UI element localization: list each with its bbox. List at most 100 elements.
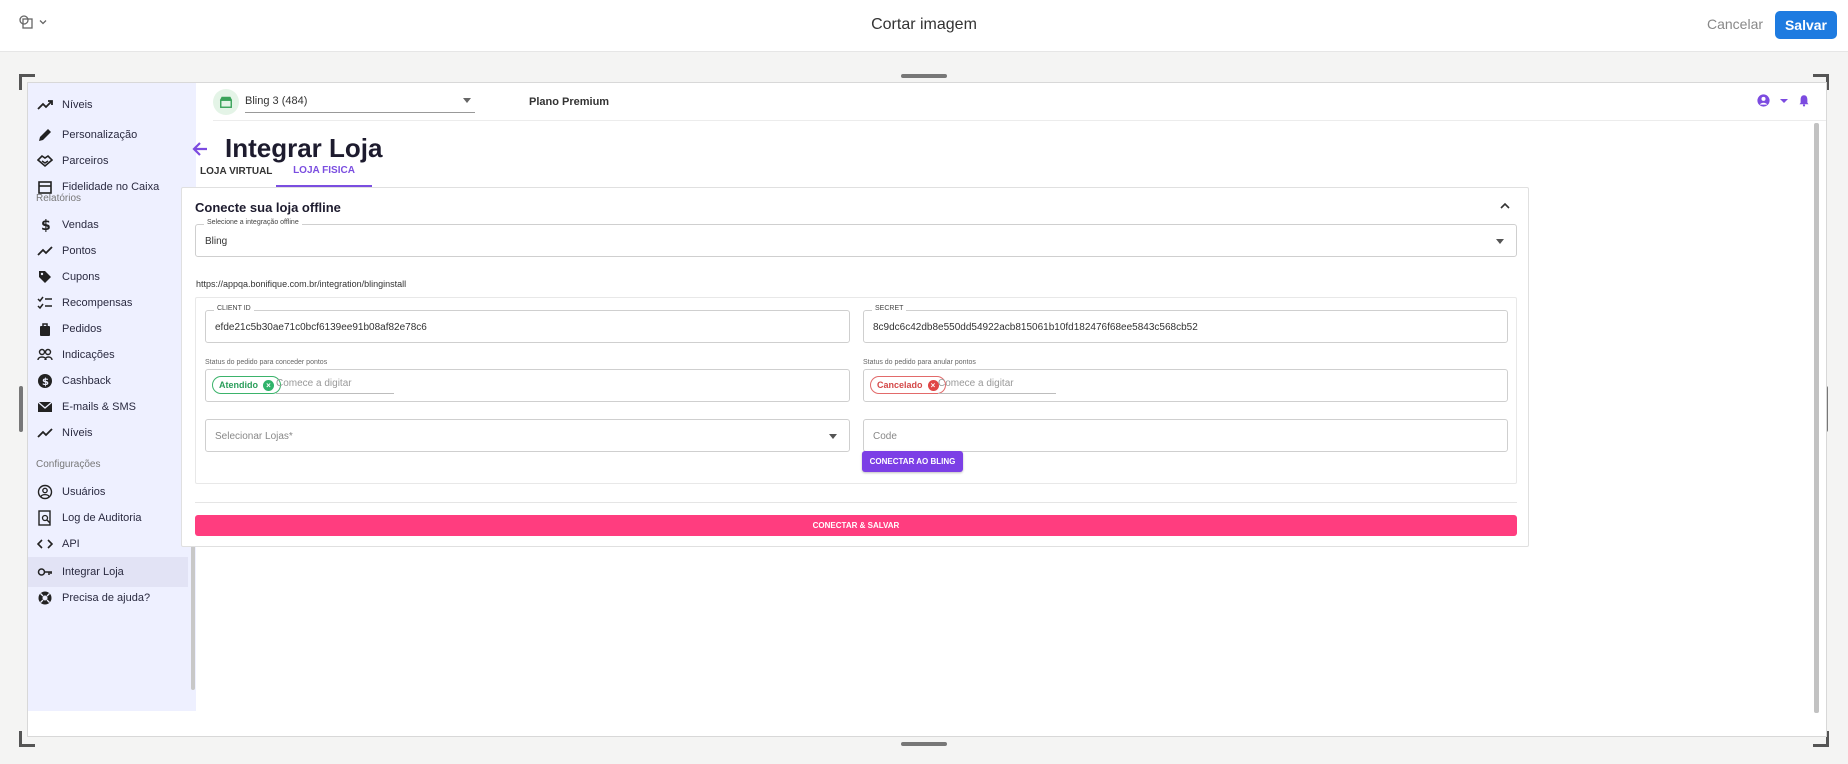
sidebar-item-label: E-mails & SMS bbox=[62, 401, 136, 413]
sidebar-item-label: Pedidos bbox=[62, 323, 102, 335]
code-placeholder: Code bbox=[873, 431, 897, 442]
tabs: LOJA VIRTUAL LOJA FISICA bbox=[200, 155, 372, 187]
chip-label: Atendido bbox=[219, 380, 258, 390]
offline-integration-card: Conecte sua loja offline Selecione a int… bbox=[181, 187, 1529, 547]
help-lifebuoy-icon bbox=[36, 589, 54, 607]
sidebar-item-label: Personalização bbox=[62, 129, 138, 141]
chip-remove-icon[interactable]: × bbox=[927, 379, 939, 391]
store-select-value: Bling 3 (484) bbox=[245, 95, 308, 107]
divider bbox=[195, 502, 1517, 503]
bling-credentials-box: CLIENT ID efde21c5b30ae71c0bcf6139ee91b0… bbox=[195, 297, 1517, 484]
crop-handle-top[interactable] bbox=[901, 74, 947, 78]
connect-bling-button[interactable]: CONECTAR AO BLING bbox=[862, 451, 963, 472]
secret-field[interactable]: SECRET 8c9dc6c42db8e550dd54922acb815061b… bbox=[863, 305, 1508, 343]
tab-loja-virtual[interactable]: LOJA VIRTUAL bbox=[200, 155, 276, 187]
sidebar-item-niveis-2[interactable]: Níveis bbox=[28, 418, 188, 448]
client-id-value: efde21c5b30ae71c0bcf6139ee91b08af82e78c6 bbox=[215, 322, 427, 333]
svg-text:$: $ bbox=[42, 377, 49, 388]
integration-select[interactable]: Selecione a integração offline Bling bbox=[195, 219, 1517, 257]
sidebar-item-label: Parceiros bbox=[62, 155, 109, 167]
select-stores-placeholder: Selecionar Lojas* bbox=[215, 431, 293, 442]
status-chip-cancelado: Cancelado × bbox=[870, 376, 946, 394]
sidebar-item-label: Cashback bbox=[62, 375, 111, 387]
account-icon[interactable] bbox=[1757, 94, 1770, 107]
dollar-icon: $ bbox=[36, 216, 54, 234]
audit-log-icon bbox=[36, 509, 54, 527]
grant-status-label: Status do pedido para conceder pontos bbox=[205, 359, 328, 366]
chip-remove-icon[interactable]: × bbox=[263, 379, 274, 391]
handshake-icon bbox=[36, 152, 54, 170]
card-title: Conecte sua loja offline bbox=[195, 200, 341, 215]
code-icon bbox=[36, 535, 54, 553]
trending-up-icon bbox=[36, 242, 54, 260]
install-url: https://appqa.bonifique.com.br/integrati… bbox=[196, 279, 407, 289]
integration-label: Selecione a integração offline bbox=[204, 219, 302, 226]
sidebar-item-label: Cupons bbox=[62, 271, 100, 283]
crop-handle-left[interactable] bbox=[19, 386, 23, 432]
sidebar-item-label: Níveis bbox=[62, 427, 93, 439]
cancel-status-search[interactable]: Comece a digitar bbox=[938, 378, 1056, 394]
sidebar-item-label: Integrar Loja bbox=[62, 566, 124, 578]
sidebar-item-precisa-de-ajuda[interactable]: Precisa de ajuda? bbox=[28, 583, 188, 613]
header-actions bbox=[1757, 94, 1810, 107]
sidebar-item-api[interactable]: API bbox=[28, 529, 188, 559]
sidebar-section-configuracoes: Configurações bbox=[36, 459, 101, 470]
bell-icon[interactable] bbox=[1798, 94, 1810, 107]
crop-image-area: Níveis Personalização Parceiros Fidelida… bbox=[27, 82, 1827, 737]
sidebar-section-relatorios: Relatórios bbox=[36, 193, 82, 204]
chevron-down-icon bbox=[829, 434, 837, 439]
trending-up-icon bbox=[36, 424, 54, 442]
chevron-up-icon[interactable] bbox=[1500, 202, 1510, 210]
tab-loja-fisica[interactable]: LOJA FISICA bbox=[276, 155, 372, 187]
chevron-down-icon bbox=[1496, 239, 1504, 244]
cancel-status-input[interactable]: Cancelado × Comece a digitar bbox=[863, 369, 1508, 402]
tag-icon bbox=[36, 268, 54, 286]
user-circle-icon bbox=[36, 483, 54, 501]
mail-icon bbox=[36, 398, 54, 416]
sidebar-item-label: Níveis bbox=[62, 99, 93, 111]
checklist-icon bbox=[36, 294, 54, 312]
store-icon bbox=[213, 89, 239, 115]
sidebar-item-label: Usuários bbox=[62, 486, 106, 498]
secret-label: SECRET bbox=[872, 305, 907, 312]
editor-title: Cortar imagem bbox=[871, 16, 977, 33]
sidebar-item-label: Precisa de ajuda? bbox=[62, 592, 151, 604]
crop-handle-bottom[interactable] bbox=[901, 742, 947, 746]
sidebar-item-niveis[interactable]: Níveis bbox=[28, 90, 188, 120]
sidebar-item-label: Log de Auditoria bbox=[62, 512, 142, 524]
code-field[interactable]: Code bbox=[863, 419, 1508, 452]
connect-and-save-button[interactable]: CONECTAR & SALVAR bbox=[195, 515, 1517, 536]
pencil-icon bbox=[36, 126, 54, 144]
status-chip-atendido: Atendido × bbox=[212, 376, 281, 394]
integration-value: Bling bbox=[205, 236, 228, 247]
client-id-label: CLIENT ID bbox=[214, 305, 254, 312]
cash-icon: $ bbox=[36, 372, 54, 390]
svg-text:$: $ bbox=[41, 218, 51, 233]
app-header: Bling 3 (484) Plano Premium bbox=[213, 83, 1826, 121]
sidebar-item-label: Recompensas bbox=[62, 297, 133, 309]
sidebar-item-label: API bbox=[62, 538, 80, 550]
grant-status-input[interactable]: Atendido × Comece a digitar bbox=[205, 369, 850, 402]
store-select[interactable]: Bling 3 (484) bbox=[245, 91, 475, 113]
trending-up-icon bbox=[36, 96, 54, 114]
editor-topbar: Cortar imagem Cancelar Salvar bbox=[0, 0, 1848, 52]
plan-label: Plano Premium bbox=[529, 96, 610, 108]
save-button[interactable]: Salvar bbox=[1775, 11, 1837, 39]
content-scrollbar[interactable] bbox=[1814, 123, 1819, 713]
sidebar-item-label: Fidelidade no Caixa bbox=[62, 181, 160, 193]
chevron-down-icon bbox=[463, 98, 471, 103]
sidebar-item-label: Pontos bbox=[62, 245, 97, 257]
key-icon bbox=[36, 563, 54, 581]
chip-label: Cancelado bbox=[877, 380, 923, 390]
cancel-button[interactable]: Cancelar bbox=[1707, 16, 1763, 32]
sidebar-item-label: Vendas bbox=[62, 219, 99, 231]
sidebar: Níveis Personalização Parceiros Fidelida… bbox=[28, 83, 196, 711]
secret-value: 8c9dc6c42db8e550dd54922acb815061b10fd182… bbox=[873, 322, 1198, 333]
client-id-field[interactable]: CLIENT ID efde21c5b30ae71c0bcf6139ee91b0… bbox=[205, 305, 850, 343]
select-stores-field[interactable]: Selecionar Lojas* bbox=[205, 419, 850, 452]
cancel-status-label: Status do pedido para anular pontos bbox=[863, 359, 976, 366]
people-icon bbox=[36, 346, 54, 364]
bag-icon bbox=[36, 320, 54, 338]
grant-status-search[interactable]: Comece a digitar bbox=[276, 378, 394, 394]
caret-down-icon[interactable] bbox=[1780, 97, 1788, 105]
